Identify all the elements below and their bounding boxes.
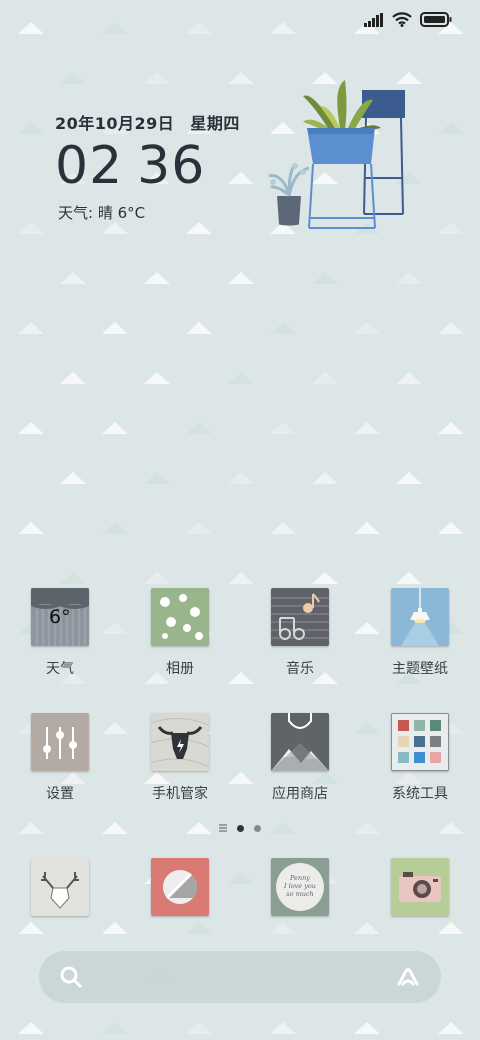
assistant-icon[interactable] — [395, 966, 421, 988]
app-music[interactable]: 音乐 — [240, 588, 360, 678]
dock: Penny I love you so much — [0, 858, 480, 916]
note-line: I love you — [284, 882, 316, 890]
weather-condition: 晴 — [97, 204, 113, 222]
security-icon — [151, 713, 209, 771]
signal-icon — [364, 12, 383, 27]
gallery-icon — [151, 588, 209, 646]
dock-app-4[interactable] — [360, 858, 480, 916]
app-row-2: 设置 手机管家 应用商店 系统工具 — [0, 713, 480, 803]
weekday: 星期四 — [190, 114, 240, 133]
date: 20年10月29日 — [55, 114, 175, 133]
wifi-icon — [392, 12, 412, 27]
status-bar — [364, 12, 452, 27]
search-icon[interactable] — [59, 965, 83, 989]
notes-icon: Penny I love you so much — [271, 858, 329, 916]
tools-icon — [391, 713, 449, 771]
app-themes[interactable]: 主题壁纸 — [360, 588, 480, 678]
app-gallery[interactable]: 相册 — [120, 588, 240, 678]
app-label: 天气 — [46, 661, 74, 677]
app-row-1: 6° 天气 相册 音乐 主题壁纸 — [0, 588, 480, 678]
weather-label: 天气: — [58, 204, 94, 222]
page-dot-active[interactable] — [237, 824, 244, 832]
app-weather[interactable]: 6° 天气 — [0, 588, 120, 678]
deer-icon — [31, 858, 89, 916]
themes-icon — [391, 588, 449, 646]
app-label: 主题壁纸 — [392, 661, 448, 677]
weather-line: 天气: 晴 6°C — [58, 202, 240, 223]
plant-illustration — [268, 80, 405, 229]
weather-icon-temp: 6° — [49, 606, 71, 628]
time-minutes: 36 — [137, 136, 206, 196]
app-label: 手机管家 — [152, 786, 208, 802]
battery-icon — [420, 12, 452, 27]
app-label: 相册 — [166, 661, 194, 677]
app-label: 应用商店 — [272, 786, 328, 802]
settings-icon — [31, 713, 89, 771]
app-label: 系统工具 — [392, 786, 448, 802]
search-bar[interactable] — [39, 951, 441, 1003]
music-icon — [271, 588, 329, 646]
app-label: 音乐 — [286, 661, 314, 677]
time-hours: 02 — [55, 136, 124, 196]
app-tools-folder[interactable]: 系统工具 — [360, 713, 480, 803]
notes-text: Penny I love you so much — [271, 874, 329, 898]
browser-icon — [151, 858, 209, 916]
time: 02 36 — [55, 136, 240, 196]
clock-widget[interactable]: 20年10月29日 星期四 02 36 天气: 晴 6°C — [55, 110, 240, 223]
camera-icon — [391, 858, 449, 916]
dock-app-1[interactable] — [0, 858, 120, 916]
weather-icon: 6° — [31, 588, 89, 646]
dock-app-2[interactable] — [120, 858, 240, 916]
note-line: so much — [286, 890, 314, 898]
app-security[interactable]: 手机管家 — [120, 713, 240, 803]
weather-temperature: 6°C — [117, 204, 146, 222]
app-settings[interactable]: 设置 — [0, 713, 120, 803]
date-line: 20年10月29日 星期四 — [55, 110, 240, 134]
app-store[interactable]: 应用商店 — [240, 713, 360, 803]
page-indicator[interactable] — [0, 824, 480, 832]
app-label: 设置 — [46, 786, 74, 802]
note-line: Penny — [290, 874, 310, 882]
app-store-icon — [271, 713, 329, 771]
page-dot[interactable] — [254, 824, 261, 832]
dock-app-3[interactable]: Penny I love you so much — [240, 858, 360, 916]
menu-lines-icon — [219, 824, 227, 832]
